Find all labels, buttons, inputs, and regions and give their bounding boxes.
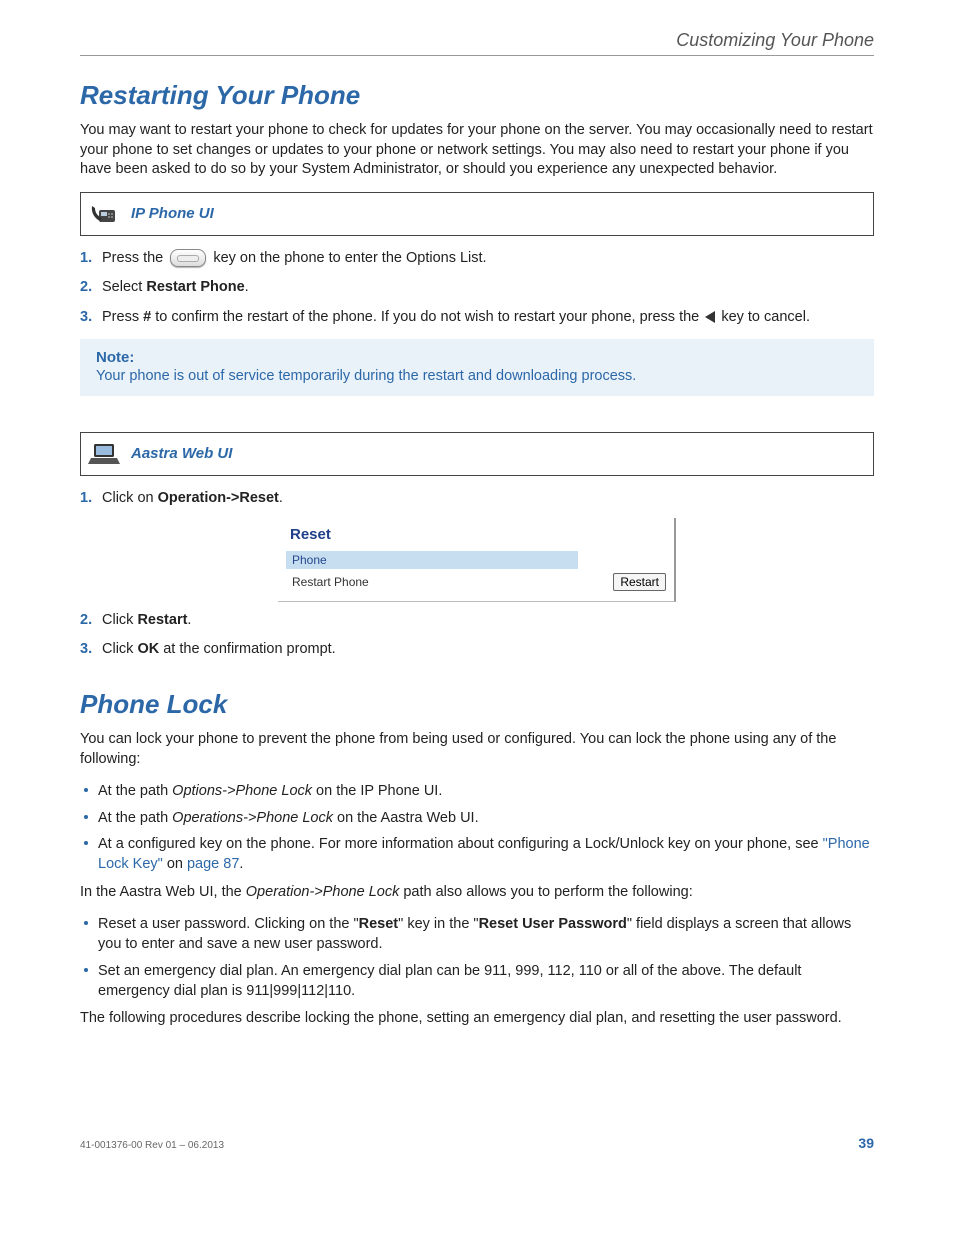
page-footer: 41-001376-00 Rev 01 – 06.2013 39: [80, 1135, 874, 1151]
step-row: 3. Click OK at the confirmation prompt.: [80, 639, 874, 661]
page-87-link[interactable]: page 87: [187, 856, 239, 872]
step-text: to confirm the restart of the phone. If …: [151, 309, 703, 325]
step-number: 2.: [80, 277, 92, 299]
list-item: At the path Operations->Phone Lock on th…: [80, 808, 874, 828]
step-number: 2.: [80, 610, 92, 632]
section-intro-restart: You may want to restart your phone to ch…: [80, 121, 874, 180]
para-text: path also allows you to perform the foll…: [399, 884, 692, 900]
bullet-italic: Options->Phone Lock: [172, 783, 312, 799]
note-box: Note: Your phone is out of service tempo…: [80, 339, 874, 396]
step-row: 2. Click Restart.: [80, 610, 874, 632]
step-text: at the confirmation prompt.: [159, 641, 336, 657]
phonelock-bullets-2: Reset a user password. Clicking on the "…: [80, 914, 874, 1001]
ip-phone-ui-label: IP Phone UI: [127, 205, 214, 222]
list-item: Reset a user password. Clicking on the "…: [80, 914, 874, 955]
list-item: At the path Options->Phone Lock on the I…: [80, 781, 874, 801]
phone-icon: [81, 202, 127, 226]
web-ui-label: Aastra Web UI: [127, 445, 232, 462]
phonelock-para2: In the Aastra Web UI, the Operation->Pho…: [80, 883, 874, 903]
figure-section-bar: Phone: [286, 551, 578, 569]
step-row: 2. Select Restart Phone.: [80, 277, 874, 299]
step-text: Click: [102, 612, 137, 628]
step-bold: Restart Phone: [146, 279, 244, 295]
step-text: Press the: [102, 250, 167, 266]
section-title-restart: Restarting Your Phone: [80, 80, 874, 111]
step-bold: Operation->Reset: [158, 490, 279, 506]
step-number: 1.: [80, 488, 92, 510]
header-rule: [80, 55, 874, 56]
figure-heading: Reset: [290, 526, 666, 543]
note-text: Your phone is out of service temporarily…: [96, 368, 858, 384]
step-bold: #: [143, 309, 151, 325]
ip-phone-ui-box: IP Phone UI: [80, 192, 874, 236]
step-bold: Restart: [137, 612, 187, 628]
step-number: 1.: [80, 248, 92, 270]
figure-row: Restart Phone Restart: [286, 573, 666, 591]
step-row: 1. Press the key on the phone to enter t…: [80, 248, 874, 270]
web-ui-steps-1: 1. Click on Operation->Reset.: [80, 488, 874, 510]
step-text: .: [187, 612, 191, 628]
doc-reference: 41-001376-00 Rev 01 – 06.2013: [80, 1140, 224, 1151]
note-title: Note:: [96, 349, 858, 366]
bullet-text: " key in the ": [398, 916, 478, 932]
step-row: 3. Press # to confirm the restart of the…: [80, 307, 874, 329]
web-ui-steps-2: 2. Click Restart. 3. Click OK at the con…: [80, 610, 874, 662]
step-text: Select: [102, 279, 146, 295]
bullet-text: on: [163, 856, 187, 872]
bullet-text: At the path: [98, 783, 172, 799]
para-text: In the Aastra Web UI, the: [80, 884, 246, 900]
web-ui-box: Aastra Web UI: [80, 432, 874, 476]
phonelock-bullets-1: At the path Options->Phone Lock on the I…: [80, 781, 874, 874]
laptop-icon: [81, 441, 127, 467]
bullet-text: Set an emergency dial plan. An emergency…: [98, 963, 801, 999]
bullet-italic: Operations->Phone Lock: [172, 810, 333, 826]
list-item: Set an emergency dial plan. An emergency…: [80, 961, 874, 1002]
breadcrumb: Customizing Your Phone: [80, 30, 874, 51]
page-number: 39: [858, 1135, 874, 1151]
step-text: Click: [102, 641, 137, 657]
step-text: Click on: [102, 490, 158, 506]
figure-row-label: Restart Phone: [286, 575, 369, 589]
bullet-text: on the Aastra Web UI.: [333, 810, 479, 826]
bullet-text: At a configured key on the phone. For mo…: [98, 836, 823, 852]
para-italic: Operation->Phone Lock: [246, 884, 400, 900]
bullet-text: At the path: [98, 810, 172, 826]
step-bold: OK: [137, 641, 159, 657]
step-row: 1. Click on Operation->Reset.: [80, 488, 874, 510]
step-text: .: [245, 279, 249, 295]
phonelock-intro: You can lock your phone to prevent the p…: [80, 730, 874, 769]
step-text: key to cancel.: [721, 309, 810, 325]
options-key-icon: [170, 249, 206, 267]
ip-phone-steps: 1. Press the key on the phone to enter t…: [80, 248, 874, 329]
bullet-text: .: [239, 856, 243, 872]
step-text: key on the phone to enter the Options Li…: [213, 250, 486, 266]
step-number: 3.: [80, 307, 92, 329]
step-text: Press: [102, 309, 143, 325]
section-title-phonelock: Phone Lock: [80, 689, 874, 720]
reset-figure: Reset Phone Restart Phone Restart: [278, 518, 676, 602]
bullet-text: on the IP Phone UI.: [312, 783, 442, 799]
bullet-bold: Reset User Password: [479, 916, 627, 932]
restart-button[interactable]: Restart: [613, 573, 666, 591]
bullet-text: Reset a user password. Clicking on the ": [98, 916, 359, 932]
back-arrow-icon: [705, 311, 715, 323]
bullet-bold: Reset: [359, 916, 399, 932]
list-item: At a configured key on the phone. For mo…: [80, 834, 874, 875]
step-text: .: [279, 490, 283, 506]
phonelock-para3: The following procedures describe lockin…: [80, 1009, 874, 1029]
step-number: 3.: [80, 639, 92, 661]
